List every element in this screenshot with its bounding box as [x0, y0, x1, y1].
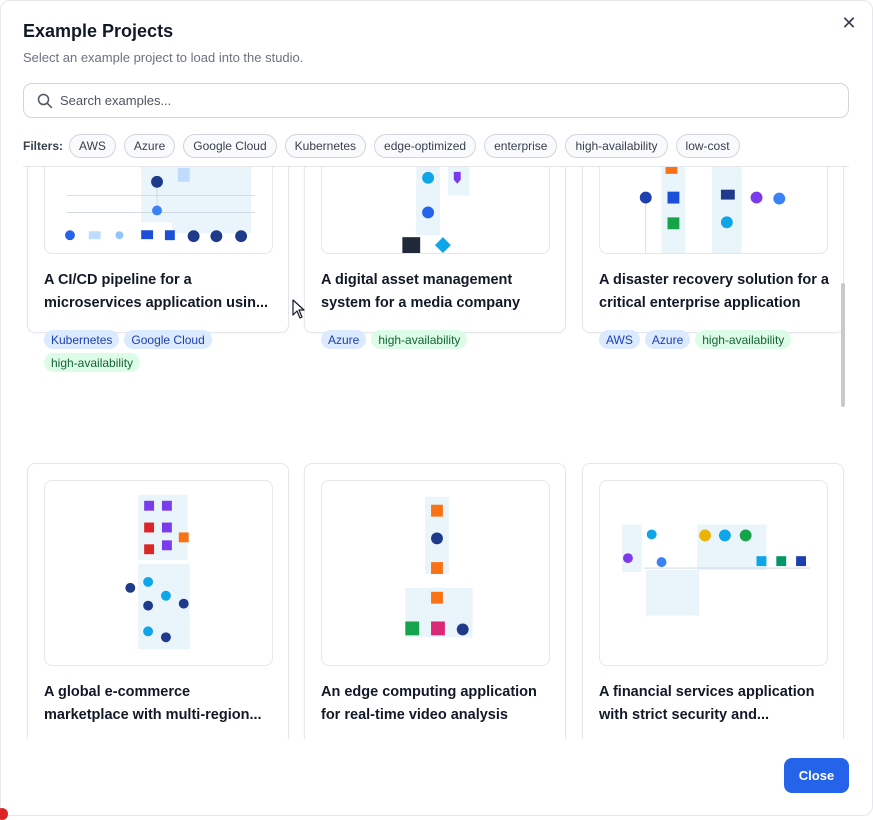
filter-chip-high-availability[interactable]: high-availability — [565, 134, 668, 158]
project-title: A CI/CD pipeline for a microservices app… — [44, 272, 269, 311]
tag-high-availability: high-availability — [44, 353, 141, 372]
filter-chip-edge-optimized[interactable]: edge-optimized — [374, 134, 477, 158]
filter-chip-kubernetes[interactable]: Kubernetes — [284, 134, 367, 158]
project-thumbnail — [599, 480, 828, 666]
project-title: A global e-commerce marketplace with mul… — [44, 684, 262, 723]
filter-bar: Filters: AWS Azure Google Cloud Kubernet… — [23, 133, 748, 159]
architecture-diagram — [125, 494, 190, 650]
project-title: An edge computing application for real-t… — [321, 684, 537, 723]
mouse-cursor-icon — [292, 299, 305, 319]
search-input[interactable] — [60, 85, 820, 116]
filter-chip-low-cost[interactable]: low-cost — [675, 134, 740, 158]
dialog-title: Example Projects — [23, 21, 174, 41]
search-box[interactable] — [23, 83, 849, 118]
project-tags: Azure high-availability — [321, 330, 553, 353]
example-projects-dialog: Example Projects Select an example proje… — [0, 0, 873, 816]
tag-aws: AWS — [599, 330, 640, 349]
recording-indicator-icon — [0, 808, 8, 820]
close-button[interactable]: Close — [784, 758, 849, 793]
project-thumbnail — [599, 167, 828, 254]
filter-chip-google-cloud[interactable]: Google Cloud — [183, 134, 277, 158]
filter-chip-azure[interactable]: Azure — [123, 134, 176, 158]
project-title: A digital asset management system for a … — [321, 272, 521, 311]
architecture-diagram — [621, 524, 810, 616]
architecture-diagram — [65, 167, 255, 243]
architecture-diagram — [639, 167, 786, 253]
project-card[interactable]: A digital asset management system for a … — [304, 167, 566, 349]
project-title: A financial services application with st… — [599, 684, 815, 723]
tag-kubernetes: Kubernetes — [44, 330, 120, 349]
architecture-diagram — [402, 167, 470, 253]
project-title: A disaster recovery solution for a criti… — [599, 272, 829, 311]
filter-chip-enterprise[interactable]: enterprise — [484, 134, 558, 158]
tag-azure: Azure — [644, 330, 691, 349]
project-tags: Kubernetes Google Cloud high-availabilit… — [44, 330, 276, 376]
project-card[interactable]: A global e-commerce marketplace with mul… — [27, 463, 289, 739]
project-card[interactable]: A CI/CD pipeline for a microservices app… — [27, 167, 289, 372]
projects-grid[interactable]: A CI/CD pipeline for a microservices app… — [1, 167, 873, 739]
project-thumbnail — [44, 480, 273, 666]
scrollbar-thumb[interactable] — [841, 283, 845, 407]
filter-chip-aws[interactable]: AWS — [69, 134, 116, 158]
project-thumbnail — [321, 480, 550, 666]
architecture-diagram — [405, 496, 473, 638]
close-icon[interactable]: ✕ — [839, 13, 859, 33]
project-card[interactable]: An edge computing application for real-t… — [304, 463, 566, 739]
project-thumbnail — [44, 167, 273, 254]
project-card[interactable]: A disaster recovery solution for a criti… — [582, 167, 844, 349]
project-card[interactable]: A financial services application with st… — [582, 463, 844, 739]
dialog-subtitle: Select an example project to load into t… — [23, 50, 304, 65]
tag-azure: Azure — [321, 330, 367, 349]
search-icon — [37, 93, 53, 109]
tag-google-cloud: Google Cloud — [124, 330, 212, 349]
filters-label: Filters: — [23, 139, 64, 153]
project-thumbnail — [321, 167, 550, 254]
tag-high-availability: high-availability — [371, 330, 468, 349]
tag-high-availability: high-availability — [695, 330, 792, 349]
project-tags: AWS Azure high-availability — [599, 330, 831, 353]
